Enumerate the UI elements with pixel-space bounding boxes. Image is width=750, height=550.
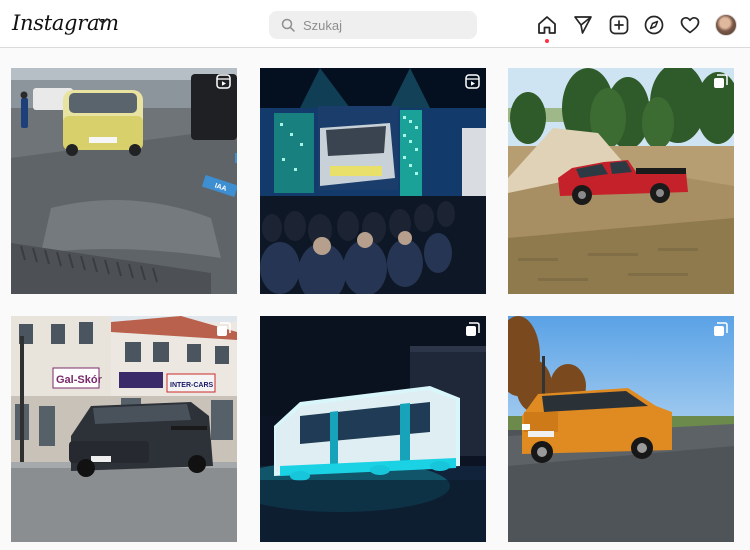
chevron-down-icon[interactable] — [96, 14, 110, 28]
new-post-icon[interactable] — [608, 14, 630, 36]
carousel-icon — [217, 322, 231, 336]
activity-heart-icon[interactable] — [679, 14, 701, 36]
post-thumbnail-3[interactable] — [508, 68, 734, 294]
search-icon — [281, 18, 295, 32]
carousel-icon — [714, 74, 728, 88]
reel-icon — [216, 74, 231, 89]
profile-avatar[interactable] — [715, 14, 737, 36]
post-image-stage-event — [260, 68, 486, 294]
carousel-icon — [714, 322, 728, 336]
post-image-exhibition-hall: IAA — [11, 68, 237, 294]
post-image-orange-suv — [508, 316, 734, 542]
search-input[interactable] — [303, 11, 468, 39]
post-thumbnail-1[interactable]: IAA — [11, 68, 237, 294]
notification-dot — [545, 39, 549, 43]
post-thumbnail-2[interactable] — [260, 68, 486, 294]
post-image-van-street: Gal-Skór INTER-CARS — [11, 316, 237, 542]
shop-sign-text-2: INTER-CARS — [170, 382, 213, 389]
top-navigation-bar: Instagram — [0, 0, 750, 48]
post-image-electric-bus — [260, 316, 486, 542]
post-image-red-pickup — [508, 68, 734, 294]
explore-icon[interactable] — [643, 14, 665, 36]
carousel-icon — [466, 322, 480, 336]
home-icon[interactable] — [536, 14, 558, 36]
post-thumbnail-6[interactable] — [508, 316, 734, 542]
reel-icon — [465, 74, 480, 89]
shop-sign-text: Gal-Skór — [56, 374, 103, 386]
search-box[interactable] — [269, 11, 477, 39]
direct-icon[interactable] — [572, 14, 594, 36]
post-thumbnail-4[interactable]: Gal-Skór INTER-CARS — [11, 316, 237, 542]
post-thumbnail-5[interactable] — [260, 316, 486, 542]
